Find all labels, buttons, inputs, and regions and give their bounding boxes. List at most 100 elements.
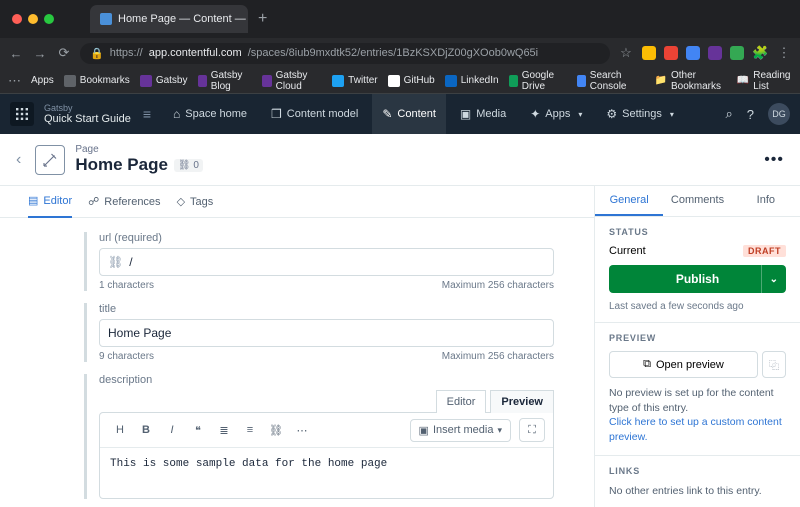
preview-note: No preview is set up for the content typ… — [609, 386, 786, 415]
bookmark-item[interactable]: Search Console — [577, 70, 645, 92]
copy-preview-button[interactable]: ⿻ — [762, 351, 786, 378]
apps-icon[interactable]: ⋯ — [8, 73, 21, 89]
bookmark-item[interactable]: Twitter — [332, 75, 377, 87]
ol-button[interactable]: ≡ — [238, 419, 262, 441]
tab-favicon — [100, 13, 112, 25]
chevron-down-icon[interactable]: ⌄ — [761, 265, 778, 293]
entry-tabs: ▤Editor ☍References ◇Tags — [0, 186, 594, 218]
url-max-hint: Maximum 256 characters — [442, 280, 554, 291]
more-button[interactable]: ⋯ — [290, 419, 314, 441]
links-heading: LINKS — [609, 466, 786, 476]
lock-icon: 🔒 — [90, 47, 104, 60]
main-panel: ▤Editor ☍References ◇Tags url (required)… — [0, 185, 594, 507]
ul-button[interactable]: ≣ — [212, 419, 236, 441]
links-section: LINKS No other entries link to this entr… — [595, 456, 800, 507]
desc-tab-editor[interactable]: Editor — [436, 390, 487, 413]
preview-heading: PREVIEW — [609, 333, 786, 343]
menu-icon[interactable]: ≡ — [143, 106, 151, 122]
url-prefix: https:// — [110, 47, 143, 59]
pencil-icon: ✎ — [382, 107, 392, 121]
star-icon[interactable]: ☆ — [618, 45, 634, 61]
title-label: title — [99, 303, 554, 315]
title-input[interactable] — [99, 319, 554, 347]
insert-media-button[interactable]: ▣ Insert media ▾ — [410, 419, 511, 442]
browser-tab[interactable]: Home Page — Content — Quic… × — [90, 5, 248, 33]
chevron-down-icon: ▾ — [497, 425, 502, 436]
back-icon[interactable]: ‹ — [16, 151, 21, 169]
nav-apps[interactable]: ✦Apps▾ — [520, 94, 592, 134]
browser-menu-icon[interactable]: ⋮ — [776, 45, 792, 61]
nav-content-model[interactable]: ❒Content model — [261, 94, 368, 134]
references-icon: ☍ — [88, 195, 99, 208]
extension-icon[interactable] — [642, 46, 656, 60]
title-max-hint: Maximum 256 characters — [442, 351, 554, 362]
url-char-count: 1 characters — [99, 280, 154, 291]
sidebar-tab-comments[interactable]: Comments — [663, 186, 731, 216]
forward-button[interactable]: → — [32, 46, 48, 61]
preview-section: PREVIEW ⧉ Open preview ⿻ No preview is s… — [595, 323, 800, 456]
minimize-window-button[interactable] — [28, 14, 38, 24]
sidebar-tab-general[interactable]: General — [595, 186, 663, 216]
bookmark-item[interactable]: Gatsby Blog — [198, 70, 253, 92]
title-char-count: 9 characters — [99, 351, 154, 362]
nav-media[interactable]: ▣Media — [450, 94, 516, 134]
avatar[interactable]: DG — [768, 103, 790, 125]
extension-icon[interactable] — [730, 46, 744, 60]
sidebar-tab-info[interactable]: Info — [732, 186, 800, 216]
browser-toolbar: ← → ⟳ 🔒 https://app.contentful.com/space… — [0, 38, 800, 68]
entry-menu-button[interactable]: ••• — [764, 151, 784, 169]
app-logo[interactable] — [10, 102, 34, 126]
nav-content[interactable]: ✎Content — [372, 94, 446, 134]
help-icon[interactable]: ? — [747, 107, 754, 122]
nav-settings[interactable]: ⚙Settings▾ — [596, 94, 684, 134]
space-name: Quick Start Guide — [44, 113, 131, 125]
italic-button[interactable]: I — [160, 419, 184, 441]
back-button[interactable]: ← — [8, 46, 24, 61]
bold-button[interactable]: B — [134, 419, 158, 441]
extension-icon[interactable] — [708, 46, 722, 60]
media-icon: ▣ — [460, 107, 471, 121]
home-icon: ⌂ — [173, 107, 180, 121]
bookmark-item[interactable]: Gatsby — [140, 75, 188, 87]
extension-icon[interactable] — [686, 46, 700, 60]
bookmark-item[interactable]: LinkedIn — [445, 75, 499, 87]
publish-button[interactable]: Publish ⌄ — [609, 265, 786, 293]
tab-references[interactable]: ☍References — [88, 186, 160, 218]
brand-label: Gatsby — [44, 103, 131, 113]
editor-icon: ▤ — [28, 194, 38, 207]
link-button[interactable]: ⛓ — [264, 419, 288, 441]
app-navbar: Gatsby Quick Start Guide ≡ ⌂Space home ❒… — [0, 94, 800, 134]
search-icon[interactable]: ⌕ — [725, 106, 732, 122]
quote-button[interactable]: ❝ — [186, 419, 210, 441]
bookmark-item[interactable]: GitHub — [388, 75, 435, 87]
entry-header: ‹ Page Home Page ⛓ 0 ••• — [0, 134, 800, 185]
space-switcher[interactable]: Gatsby Quick Start Guide — [44, 103, 131, 125]
bookmark-item[interactable]: Apps — [31, 75, 54, 86]
bookmark-item[interactable]: Bookmarks — [64, 75, 130, 87]
address-bar[interactable]: 🔒 https://app.contentful.com/spaces/8iub… — [80, 43, 610, 64]
link-count-badge[interactable]: ⛓ 0 — [174, 159, 203, 172]
close-window-button[interactable] — [12, 14, 22, 24]
reading-list[interactable]: 📖Reading List — [737, 70, 792, 92]
current-label: Current — [609, 245, 646, 257]
desc-tab-preview[interactable]: Preview — [490, 390, 554, 413]
other-bookmarks[interactable]: 📁Other Bookmarks — [655, 70, 727, 92]
rte-content[interactable]: This is some sample data for the home pa… — [100, 448, 553, 498]
extension-icon[interactable] — [664, 46, 678, 60]
extensions-menu-icon[interactable]: 🧩 — [752, 45, 768, 61]
tab-tags[interactable]: ◇Tags — [177, 186, 214, 218]
url-input[interactable]: ⛓ / — [99, 248, 554, 276]
new-tab-button[interactable]: + — [258, 10, 267, 28]
tab-editor[interactable]: ▤Editor — [28, 186, 72, 218]
setup-preview-link[interactable]: Click here to set up a custom content pr… — [609, 415, 786, 444]
heading-button[interactable]: H — [108, 419, 132, 441]
fullscreen-button[interactable]: ⛶ — [519, 418, 545, 442]
bookmark-item[interactable]: Google Drive — [509, 70, 567, 92]
bookmark-item[interactable]: Gatsby Cloud — [262, 70, 322, 92]
nav-space-home[interactable]: ⌂Space home — [163, 94, 257, 134]
apps-icon: ✦ — [530, 107, 540, 121]
maximize-window-button[interactable] — [44, 14, 54, 24]
open-preview-button[interactable]: ⧉ Open preview — [609, 351, 758, 378]
reload-button[interactable]: ⟳ — [56, 45, 72, 61]
description-label: description — [99, 374, 554, 386]
